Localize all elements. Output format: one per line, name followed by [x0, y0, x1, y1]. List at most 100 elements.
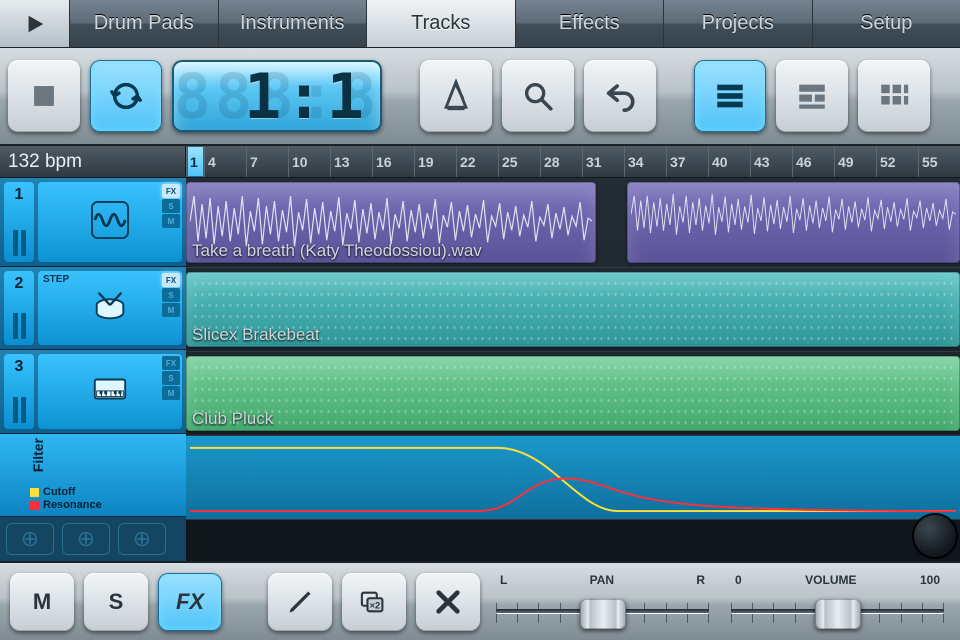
song-position-display[interactable]: 888:8 1:1	[172, 60, 382, 132]
automation-title: Filter	[30, 438, 46, 472]
level-meter-icon	[13, 397, 26, 423]
stop-button[interactable]	[8, 60, 80, 132]
tempo-value: 132 bpm	[8, 151, 82, 173]
view-grid-button[interactable]	[858, 60, 930, 132]
bar-marker[interactable]: 10	[288, 146, 330, 177]
automation-header[interactable]: Filter Cutoff Resonance	[0, 434, 186, 517]
add-track-button[interactable]: ⊕	[118, 523, 166, 555]
solo-flag[interactable]: S	[162, 199, 180, 213]
pattern-clip[interactable]	[186, 356, 960, 431]
bar-marker[interactable]: 37	[666, 146, 708, 177]
mute-button[interactable]: M	[10, 573, 74, 631]
mute-flag[interactable]: M	[162, 303, 180, 317]
loop-button[interactable]	[90, 60, 162, 132]
loop-icon	[109, 79, 143, 113]
lane[interactable]: Take a breath (Katy Theodossiou).wav	[186, 178, 960, 268]
metronome-button[interactable]	[420, 60, 492, 132]
bar-marker[interactable]: 16	[372, 146, 414, 177]
mute-flag[interactable]: M	[162, 214, 180, 228]
metronome-icon	[439, 79, 473, 113]
track-instrument[interactable]: FX S M	[38, 182, 182, 262]
pencil-icon	[286, 588, 314, 616]
track-flags: FX S M	[162, 184, 180, 229]
tempo-display[interactable]: 132 bpm	[0, 146, 186, 177]
tab-drum-pads[interactable]: Drum Pads	[70, 0, 219, 47]
track-flags: FX S M	[162, 273, 180, 318]
tab-effects[interactable]: Effects	[516, 0, 665, 47]
bar-marker[interactable]: 43	[750, 146, 792, 177]
bar-marker[interactable]: 28	[540, 146, 582, 177]
drum-icon	[91, 287, 129, 330]
automation-curves	[190, 440, 956, 515]
zoom-button[interactable]	[502, 60, 574, 132]
add-track-row: ⊕ ⊕ ⊕	[0, 517, 186, 561]
bar-marker[interactable]: 1	[186, 146, 204, 177]
timeline-ruler[interactable]: 14710131619222528313437404346495255	[186, 146, 960, 177]
bar-marker[interactable]: 22	[456, 146, 498, 177]
track-number: 1	[4, 182, 34, 262]
automation-lane[interactable]	[186, 436, 960, 520]
audio-clip[interactable]	[627, 182, 960, 263]
tab-instruments[interactable]: Instruments	[219, 0, 368, 47]
grid-icon	[877, 79, 911, 113]
pan-right-label: R	[696, 573, 705, 587]
clip-label: Club Pluck	[192, 409, 273, 429]
keyboard-icon	[91, 370, 129, 413]
tab-tracks[interactable]: Tracks	[367, 0, 516, 47]
button-label: S	[109, 589, 124, 615]
vol-min-label: 0	[735, 573, 742, 587]
tab-setup[interactable]: Setup	[813, 0, 960, 47]
blocks-icon	[795, 79, 829, 113]
undo-button[interactable]	[584, 60, 656, 132]
track-header[interactable]: 2 STEP FX S M	[0, 267, 186, 350]
legend-label: Resonance	[43, 499, 102, 512]
mute-flag[interactable]: M	[162, 386, 180, 400]
solo-flag[interactable]: S	[162, 371, 180, 385]
tab-projects[interactable]: Projects	[664, 0, 813, 47]
track-header[interactable]: 3 FX S M	[0, 350, 186, 433]
volume-slider[interactable]: 0 VOLUME 100	[731, 573, 944, 631]
bar-marker[interactable]: 4	[204, 146, 246, 177]
bar-marker[interactable]: 7	[246, 146, 288, 177]
track-instrument[interactable]: FX S M	[38, 354, 182, 428]
fx-flag[interactable]: FX	[162, 273, 180, 287]
solo-flag[interactable]: S	[162, 288, 180, 302]
bar-marker[interactable]: 40	[708, 146, 750, 177]
arrangement-lanes[interactable]: Take a breath (Katy Theodossiou).wav Sli…	[186, 178, 960, 561]
bar-marker[interactable]: 34	[624, 146, 666, 177]
bar-marker[interactable]: 55	[918, 146, 960, 177]
delete-button[interactable]	[416, 573, 480, 631]
ruler-row: 132 bpm 14710131619222528313437404346495…	[0, 146, 960, 178]
bar-marker[interactable]: 52	[876, 146, 918, 177]
slider-thumb[interactable]	[580, 599, 626, 629]
fx-flag[interactable]: FX	[162, 356, 180, 370]
bar-marker[interactable]: 31	[582, 146, 624, 177]
slider-thumb[interactable]	[815, 599, 861, 629]
edit-button[interactable]	[268, 573, 332, 631]
bar-marker[interactable]: 25	[498, 146, 540, 177]
track-header[interactable]: 1 FX S M	[0, 178, 186, 267]
bar-marker[interactable]: 49	[834, 146, 876, 177]
view-blocks-button[interactable]	[776, 60, 848, 132]
view-tracks-button[interactable]	[694, 60, 766, 132]
bar-marker[interactable]: 19	[414, 146, 456, 177]
bar-marker[interactable]: 13	[330, 146, 372, 177]
solo-button[interactable]: S	[84, 573, 148, 631]
track-number: 3	[4, 354, 34, 428]
play-button[interactable]	[0, 0, 70, 47]
corner-knob[interactable]	[914, 515, 956, 557]
lane[interactable]: Club Pluck	[186, 352, 960, 436]
lane[interactable]: Slicex Brakebeat	[186, 268, 960, 352]
duplicate-button[interactable]: ×2	[342, 573, 406, 631]
add-track-button[interactable]: ⊕	[62, 523, 110, 555]
fx-flag[interactable]: FX	[162, 184, 180, 198]
pan-slider[interactable]: L PAN R	[496, 573, 709, 631]
waveform-icon	[631, 186, 956, 243]
bar-marker[interactable]: 46	[792, 146, 834, 177]
track-headers: 1 FX S M 2 STEP	[0, 178, 186, 561]
tab-label: Tracks	[411, 12, 470, 35]
add-track-button[interactable]: ⊕	[6, 523, 54, 555]
track-instrument[interactable]: STEP FX S M	[38, 271, 182, 345]
fx-button[interactable]: FX	[158, 573, 222, 631]
pattern-icon	[192, 362, 954, 425]
